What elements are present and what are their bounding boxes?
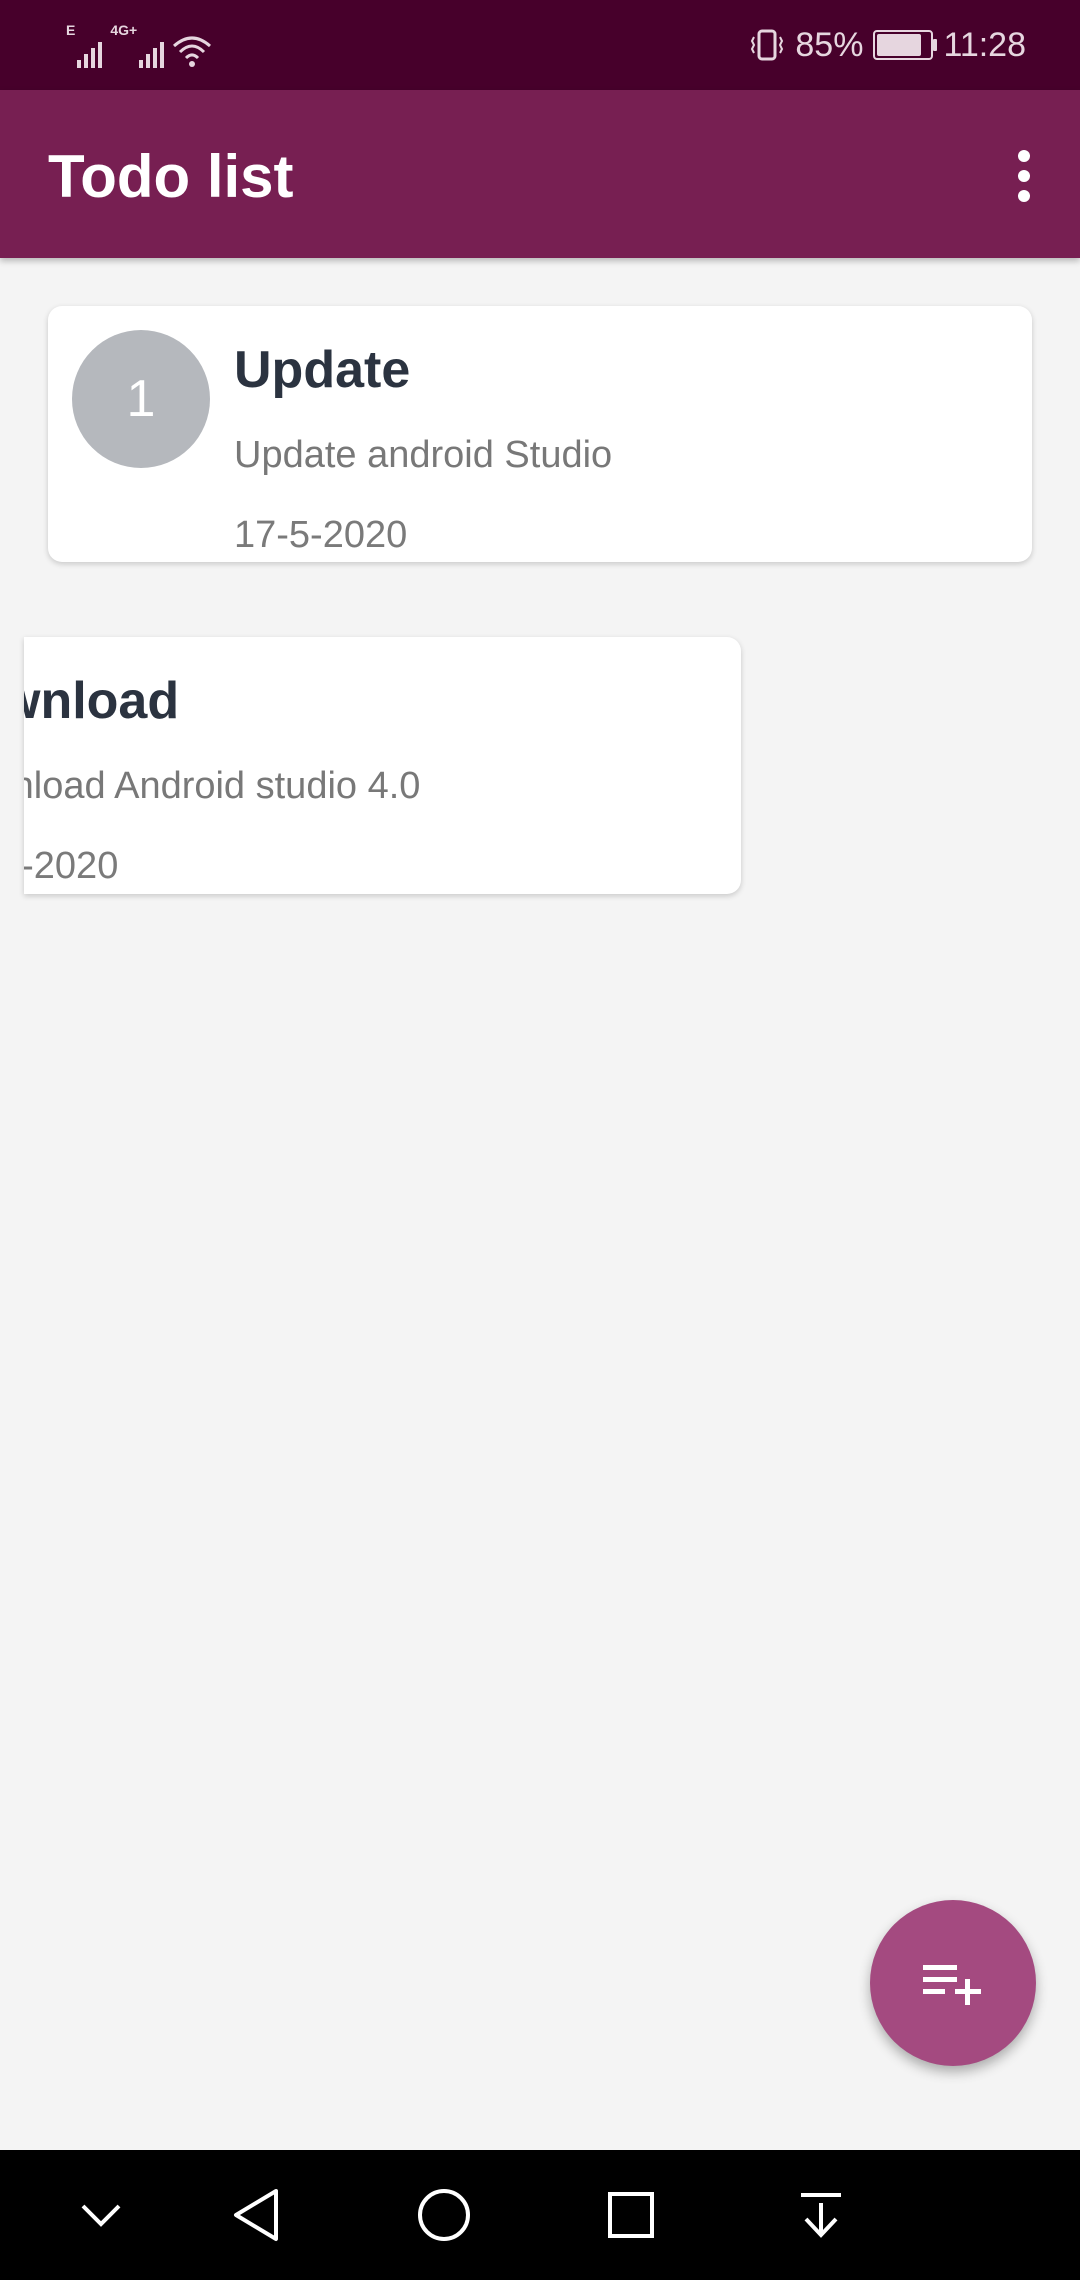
hide-nav-button[interactable]: [66, 2180, 136, 2250]
recents-button[interactable]: [596, 2180, 666, 2250]
more-options-button[interactable]: [992, 134, 1056, 218]
page-title: Todo list: [48, 143, 294, 210]
todo-card-swiping[interactable]: wnload rnload Android studio 4.0 5-2020: [24, 637, 741, 894]
status-bar: E 4G+ 85% 11:28: [0, 0, 1080, 90]
status-right: 85% 11:28: [749, 22, 1026, 68]
playlist-add-icon: [923, 1965, 981, 2005]
todo-description: rnload Android studio 4.0: [24, 765, 421, 807]
battery-charging-icon: [873, 30, 938, 60]
more-vert-icon: [1018, 150, 1030, 162]
notification-pull-icon: [801, 2193, 841, 2238]
signal-icon: [139, 38, 165, 68]
chevron-down-icon: [81, 2204, 121, 2227]
wifi-icon: [173, 36, 212, 67]
back-icon: [234, 2189, 278, 2241]
avatar: 1: [72, 330, 210, 468]
add-todo-button[interactable]: [870, 1900, 1036, 2066]
signal-group: E 4G+: [66, 22, 212, 68]
todo-title: Update: [234, 341, 411, 399]
signal-icon: [77, 38, 103, 68]
todo-date: 17-5-2020: [234, 514, 408, 556]
notification-pull-button[interactable]: [786, 2180, 856, 2250]
todo-card[interactable]: 1 Update Update android Studio 17-5-2020: [48, 306, 1032, 562]
todo-title: wnload: [24, 672, 180, 730]
home-icon: [418, 2189, 470, 2241]
network-type-label: 4G+: [110, 22, 138, 38]
recents-icon: [608, 2192, 654, 2238]
clock: 11:28: [943, 25, 1026, 64]
battery-percent: 85%: [795, 25, 864, 64]
todo-date: 5-2020: [24, 845, 119, 887]
home-button[interactable]: [409, 2180, 479, 2250]
app-bar: Todo list: [0, 90, 1080, 258]
todo-description: Update android Studio: [234, 434, 613, 476]
system-nav-bar: [0, 2150, 1080, 2280]
back-button[interactable]: [222, 2180, 292, 2250]
network-type-label: E: [66, 22, 76, 38]
vibrate-icon: [751, 29, 784, 61]
